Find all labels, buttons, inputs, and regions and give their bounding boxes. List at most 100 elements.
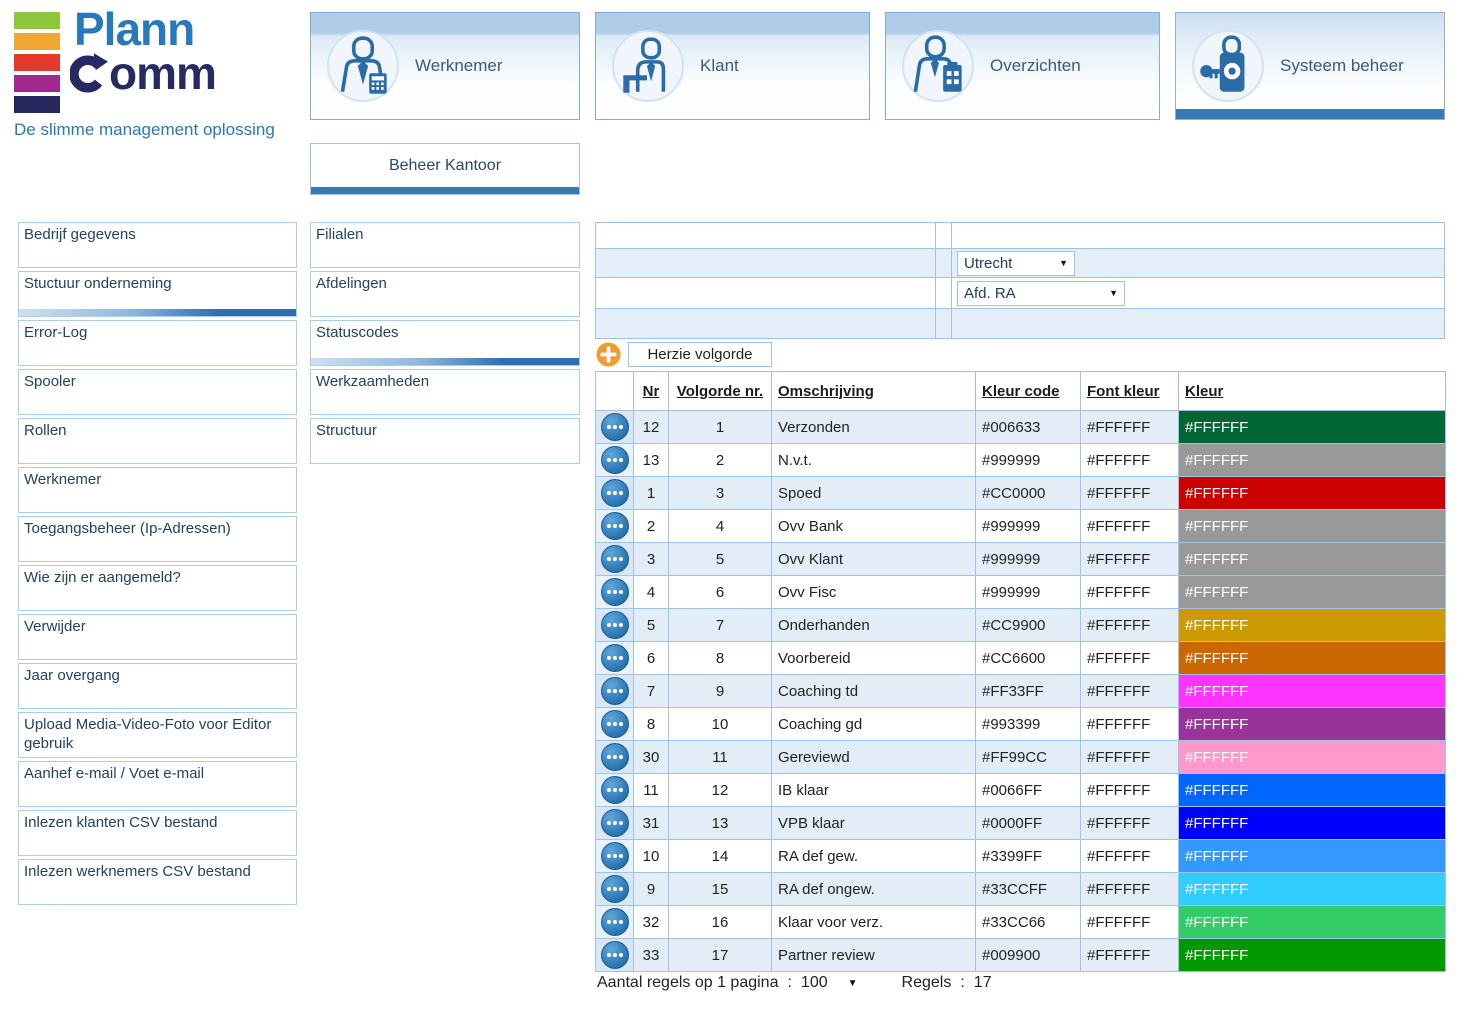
submenu-item[interactable]: Statuscodes [310, 320, 580, 366]
sidebar-item[interactable]: Spooler [18, 369, 297, 415]
cell-kleur-code: #CC6600 [976, 642, 1081, 675]
cell-nr: 10 [634, 840, 669, 873]
row-actions-button[interactable] [601, 875, 629, 903]
sidebar-item[interactable]: Upload Media-Video-Foto voor Editor gebr… [18, 712, 297, 758]
row-actions-button[interactable] [601, 611, 629, 639]
sidebar-item[interactable]: Stuctuur onderneming [18, 271, 297, 317]
cell-kleur-swatch: #FFFFFF [1179, 510, 1446, 543]
table-toolbar: Herzie volgorde [596, 342, 772, 367]
cell-font-kleur: #FFFFFF [1081, 708, 1179, 741]
submenu-item[interactable]: Structuur [310, 418, 580, 464]
row-actions-button[interactable] [601, 545, 629, 573]
beheer-kantoor-button[interactable]: Beheer Kantoor [310, 143, 580, 195]
row-actions-button[interactable] [601, 710, 629, 738]
sidebar-item[interactable]: Inlezen klanten CSV bestand [18, 810, 297, 856]
header-omschrijving[interactable]: Omschrijving [772, 372, 976, 411]
cell-omschrijving: Partner review [772, 939, 976, 972]
row-actions-button[interactable] [601, 479, 629, 507]
header-font-kleur[interactable]: Font kleur [1081, 372, 1179, 411]
cell-kleur-swatch: #FFFFFF [1179, 807, 1446, 840]
cell-omschrijving: Gereviewd [772, 741, 976, 774]
nav-button-werknemer[interactable]: Werknemer [310, 12, 580, 120]
cell-font-kleur: #FFFFFF [1081, 840, 1179, 873]
sidebar-item-label: Spooler [24, 373, 76, 390]
header-kleur-code[interactable]: Kleur code [976, 372, 1081, 411]
cell-kleur-code: #0066FF [976, 774, 1081, 807]
cell-nr: 2 [634, 510, 669, 543]
submenu-item-label: Afdelingen [316, 275, 387, 292]
row-actions-button[interactable] [601, 512, 629, 540]
cell-omschrijving: Voorbereid [772, 642, 976, 675]
sidebar-item[interactable]: Bedrijf gegevens [18, 222, 297, 268]
cell-kleur-code: #999999 [976, 543, 1081, 576]
cell-nr: 11 [634, 774, 669, 807]
status-row: 6 8 Voorbereid #CC6600 #FFFFFF #FFFFFF [596, 642, 1446, 675]
sidebar-item[interactable]: Jaar overgang [18, 663, 297, 709]
sidebar-item-label: Wie zijn er aangemeld? [24, 569, 181, 586]
branch-select[interactable]: Utrecht ▼ [957, 251, 1075, 276]
sidebar-item[interactable]: Toegangsbeheer (Ip-Adressen) [18, 516, 297, 562]
page-size-value[interactable]: 100 [801, 974, 828, 992]
sidebar-item[interactable]: Inlezen werknemers CSV bestand [18, 859, 297, 905]
status-row: 10 14 RA def gew. #3399FF #FFFFFF #FFFFF… [596, 840, 1446, 873]
submenu-item[interactable]: Werkzaamheden [310, 369, 580, 415]
sidebar-item[interactable]: Rollen [18, 418, 297, 464]
status-row: 13 2 N.v.t. #999999 #FFFFFF #FFFFFF [596, 444, 1446, 477]
nav-button-klant[interactable]: Klant [595, 12, 870, 120]
submenu-item[interactable]: Afdelingen [310, 271, 580, 317]
row-actions-button[interactable] [601, 743, 629, 771]
dropdown-arrow-icon[interactable]: ▼ [848, 978, 858, 989]
status-row: 2 4 Ovv Bank #999999 #FFFFFF #FFFFFF [596, 510, 1446, 543]
status-row: 30 11 Gereviewd #FF99CC #FFFFFF #FFFFFF [596, 741, 1446, 774]
sidebar-item[interactable]: Error-Log [18, 320, 297, 366]
row-actions-button[interactable] [601, 941, 629, 969]
header-kleur[interactable]: Kleur [1179, 372, 1446, 411]
page-size-label: Aantal regels op 1 pagina [597, 974, 778, 992]
submenu-item[interactable]: Filialen [310, 222, 580, 268]
cell-nr: 32 [634, 906, 669, 939]
row-actions-button[interactable] [601, 644, 629, 672]
cell-font-kleur: #FFFFFF [1081, 675, 1179, 708]
row-action-cell [596, 477, 634, 510]
cell-kleur-code: #999999 [976, 576, 1081, 609]
row-action-cell [596, 807, 634, 840]
cell-omschrijving: Ovv Klant [772, 543, 976, 576]
row-action-cell [596, 642, 634, 675]
submenu-item-label: Filialen [316, 226, 364, 243]
row-actions-button[interactable] [601, 908, 629, 936]
sidebar-item[interactable]: Werknemer [18, 467, 297, 513]
row-actions-button[interactable] [601, 413, 629, 441]
table-footer: Aantal regels op 1 pagina : 100 ▼ Regels… [597, 974, 992, 992]
herzie-volgorde-button[interactable]: Herzie volgorde [628, 342, 772, 367]
row-actions-button[interactable] [601, 842, 629, 870]
branch-select-value: Utrecht [964, 255, 1012, 272]
cell-font-kleur: #FFFFFF [1081, 510, 1179, 543]
sidebar-item[interactable]: Aanhef e-mail / Voet e-mail [18, 761, 297, 807]
row-actions-button[interactable] [601, 446, 629, 474]
cell-font-kleur: #FFFFFF [1081, 807, 1179, 840]
row-actions-button[interactable] [601, 776, 629, 804]
sidebar-item[interactable]: Verwijder [18, 614, 297, 660]
header-volgorde-nr[interactable]: Volgorde nr. [669, 372, 772, 411]
dropdown-arrow-icon: ▼ [1109, 288, 1118, 298]
cell-kleur-code: #009900 [976, 939, 1081, 972]
status-row: 4 6 Ovv Fisc #999999 #FFFFFF #FFFFFF [596, 576, 1446, 609]
row-actions-button[interactable] [601, 578, 629, 606]
cell-omschrijving: RA def gew. [772, 840, 976, 873]
department-select[interactable]: Afd. RA ▼ [957, 281, 1125, 306]
cell-font-kleur: #FFFFFF [1081, 741, 1179, 774]
cell-volgorde-nr: 8 [669, 642, 772, 675]
cell-kleur-swatch: #FFFFFF [1179, 906, 1446, 939]
nav-button-systeem-beheer[interactable]: Systeem beheer [1175, 12, 1445, 120]
row-actions-button[interactable] [601, 809, 629, 837]
cell-kleur-swatch: #FFFFFF [1179, 543, 1446, 576]
table-header-row: Nr Volgorde nr. Omschrijving Kleur code … [596, 372, 1446, 411]
status-row: 11 12 IB klaar #0066FF #FFFFFF #FFFFFF [596, 774, 1446, 807]
row-actions-button[interactable] [601, 677, 629, 705]
cell-volgorde-nr: 6 [669, 576, 772, 609]
add-status-button[interactable] [596, 342, 621, 367]
sidebar-item[interactable]: Wie zijn er aangemeld? [18, 565, 297, 611]
header-nr[interactable]: Nr [634, 372, 669, 411]
cell-kleur-code: #33CCFF [976, 873, 1081, 906]
nav-button-overzichten[interactable]: Overzichten [885, 12, 1160, 120]
